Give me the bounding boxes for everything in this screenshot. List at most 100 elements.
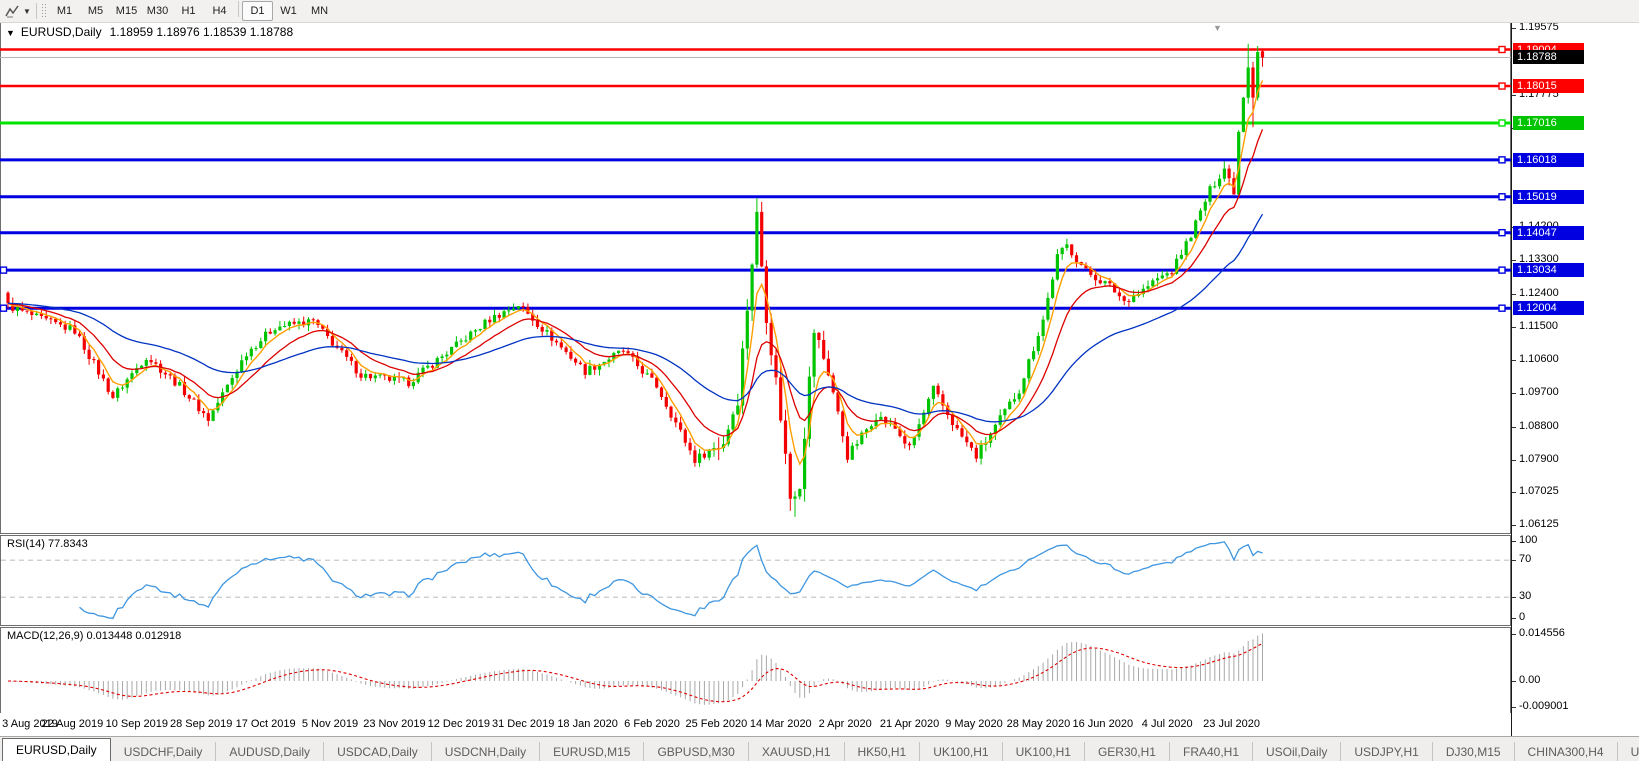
timeframe-button-m15[interactable]: M15: [111, 1, 142, 21]
price-axis-tick: [1512, 541, 1516, 542]
chart-tab-eurusd-m15[interactable]: EURUSD,M15: [540, 742, 644, 761]
timeframe-toolbar: ▼ M1M5M15M30H1H4 D1W1MN: [0, 0, 1639, 23]
time-axis-label: 14 Mar 2020: [750, 718, 812, 730]
time-axis-label: 21 Apr 2020: [880, 718, 939, 730]
timeframe-button-m1[interactable]: M1: [49, 1, 80, 21]
toolbar-drag-handle[interactable]: [41, 3, 46, 19]
price-axis-label: 0.00: [1519, 674, 1540, 686]
time-axis-label: 17 Oct 2019: [236, 718, 296, 730]
price-badge: 1.12004: [1513, 301, 1584, 315]
chart-pane-frame: [1, 23, 1511, 534]
timeframe-button-mn[interactable]: MN: [304, 1, 335, 21]
price-axis-tick: [1512, 260, 1516, 261]
chart-tab-ger30-h1[interactable]: GER30,H1: [1085, 742, 1170, 761]
price-badge: 1.13034: [1513, 263, 1584, 277]
price-axis-label: 0: [1519, 611, 1525, 623]
chart-tab-usdjpy-h1[interactable]: USDJPY,H1: [1341, 742, 1432, 761]
macd-pane-frame: [1, 628, 1511, 714]
chart-ohlc-values: 1.18959 1.18976 1.18539 1.18788: [110, 25, 294, 39]
price-axis-label: 1.10600: [1519, 353, 1559, 365]
chart-tool-icon[interactable]: [3, 3, 21, 19]
price-axis-tick: [1512, 525, 1516, 526]
line-handle[interactable]: [1499, 194, 1505, 200]
toolbar-separator: [36, 3, 37, 19]
chart-shift-marker-icon[interactable]: ▼: [1213, 23, 1222, 33]
chart-title: ▼ EURUSD,Daily 1.18959 1.18976 1.18539 1.1…: [6, 25, 293, 39]
time-axis-label: 10 Sep 2019: [106, 718, 168, 730]
timeframe-button-h1[interactable]: H1: [173, 1, 204, 21]
chart-tab-audusd-daily[interactable]: AUDUSD,Daily: [216, 742, 324, 761]
chart-tab-china300-h4[interactable]: CHINA300,H4: [1515, 742, 1618, 761]
macd-indicator-label: MACD(12,26,9) 0.013448 0.012918: [7, 630, 181, 642]
line-handle[interactable]: [1499, 157, 1505, 163]
chart-tab-dj30-m15[interactable]: DJ30,M15: [1433, 742, 1515, 761]
chart-tab-gbpusd-m30[interactable]: GBPUSD,M30: [644, 742, 748, 761]
timeframe-button-w1[interactable]: W1: [273, 1, 304, 21]
price-axis-tick: [1512, 28, 1516, 29]
chart-tab-bar: EURUSD,DailyUSDCHF,DailyAUDUSD,DailyUSDC…: [0, 736, 1639, 761]
chart-tool-dropdown-icon[interactable]: ▼: [21, 7, 33, 16]
line-handle[interactable]: [1499, 230, 1505, 236]
time-axis-label: 23 Jul 2020: [1203, 718, 1260, 730]
time-axis-label: 31 Dec 2019: [492, 718, 554, 730]
timeframe-button-h4[interactable]: H4: [204, 1, 235, 21]
price-axis[interactable]: 1.195751.177751.168751.142001.133001.124…: [1511, 22, 1639, 736]
timeframe-button-m5[interactable]: M5: [80, 1, 111, 21]
chart-tab-hk50-h1[interactable]: HK50,H1: [845, 742, 921, 761]
chart-tab-usoil-daily[interactable]: USOil,Daily: [1253, 742, 1341, 761]
price-axis-tick: [1512, 560, 1516, 561]
symbol-dropdown-icon[interactable]: ▼: [6, 28, 15, 38]
price-axis-tick: [1512, 681, 1516, 682]
price-axis-label: 0.014556: [1519, 627, 1565, 639]
chart-tab-usdchf-daily[interactable]: USDCHF,Daily: [111, 742, 217, 761]
price-axis-label: 100: [1519, 534, 1537, 546]
price-axis-label: 1.11500: [1519, 320, 1558, 332]
price-badge: 1.16018: [1513, 153, 1584, 167]
chart-tab-fra40-h1[interactable]: FRA40,H1: [1170, 742, 1253, 761]
chart-tab-eurusd-daily[interactable]: EURUSD,Daily: [2, 738, 111, 761]
chart-tab-xauusd-h1[interactable]: XAUUSD,H1: [749, 742, 845, 761]
price-axis-tick: [1512, 634, 1516, 635]
line-handle[interactable]: [1499, 305, 1505, 311]
time-axis-label: 28 May 2020: [1007, 718, 1071, 730]
chart-tab-uk100-h1[interactable]: UK100,H1: [920, 742, 1002, 761]
line-handle[interactable]: [1499, 83, 1505, 89]
price-badge: 1.14047: [1513, 226, 1584, 240]
time-axis-label: 5 Nov 2019: [302, 718, 358, 730]
time-axis[interactable]: 3 Aug 201922 Aug 201910 Sep 201928 Sep 2…: [0, 713, 1511, 736]
line-handle[interactable]: [1, 305, 7, 311]
price-axis-tick: [1512, 393, 1516, 394]
timeframe-button-m30[interactable]: M30: [142, 1, 173, 21]
price-axis-label: 1.12400: [1519, 287, 1559, 299]
time-axis-label: 6 Feb 2020: [624, 718, 680, 730]
price-chart-pane[interactable]: [0, 0, 1511, 736]
chart-tab-uk100-h1[interactable]: UK100,H1: [1003, 742, 1085, 761]
price-badge: 1.15019: [1513, 190, 1584, 204]
price-axis-tick: [1512, 707, 1516, 708]
line-handle[interactable]: [1499, 47, 1505, 53]
timeframe-button-d1[interactable]: D1: [242, 1, 273, 21]
time-axis-label: 16 Jun 2020: [1073, 718, 1134, 730]
price-axis-label: 70: [1519, 553, 1531, 565]
chart-tab-usdcnh-daily[interactable]: USDCNH,Daily: [432, 742, 540, 761]
price-axis-label: 1.07025: [1519, 485, 1559, 497]
trading-terminal-window: ▼ EURUSD,Daily 1.18959 1.18976 1.18539 1.1…: [0, 0, 1639, 761]
chart-tab-usdcad-daily[interactable]: USDCAD,Daily: [324, 742, 432, 761]
chart-tab-usoil-h4[interactable]: USOil,H4: [1618, 742, 1639, 761]
time-axis-label: 23 Nov 2019: [363, 718, 425, 730]
time-axis-label: 18 Jan 2020: [557, 718, 618, 730]
price-axis-tick: [1512, 597, 1516, 598]
line-handle[interactable]: [1499, 120, 1505, 126]
price-axis-label: 1.07900: [1519, 453, 1559, 465]
line-handle[interactable]: [1499, 267, 1505, 273]
chart-symbol-label: EURUSD,Daily: [21, 25, 102, 39]
price-axis-tick: [1512, 427, 1516, 428]
price-axis-label: 1.06125: [1519, 518, 1559, 530]
time-axis-label: 12 Dec 2019: [428, 718, 490, 730]
time-axis-label: 9 May 2020: [945, 718, 1002, 730]
price-axis-label: 1.08800: [1519, 420, 1559, 432]
time-axis-label: 4 Jul 2020: [1142, 718, 1193, 730]
price-badge: 1.17016: [1513, 116, 1584, 130]
price-axis-tick: [1512, 460, 1516, 461]
line-handle[interactable]: [1, 267, 7, 273]
